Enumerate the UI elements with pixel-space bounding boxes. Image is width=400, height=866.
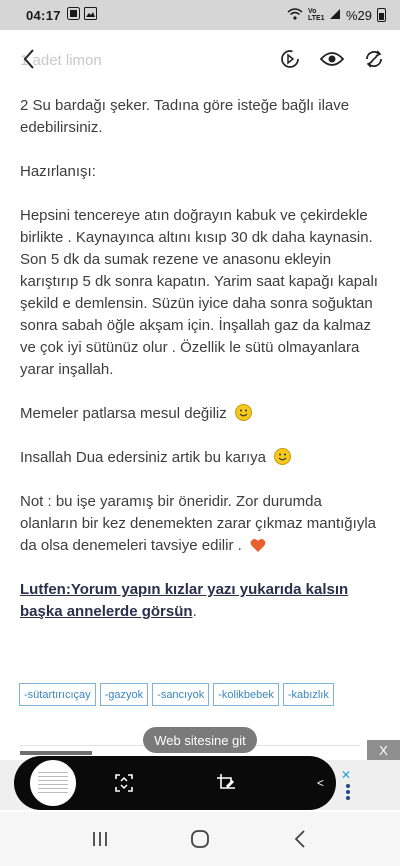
reader-mode-button[interactable] — [278, 47, 302, 71]
article-content: 2 Su bardağı şeker. Tadına göre isteğe b… — [0, 95, 400, 623]
app-bar: 1 adet limon — [0, 30, 400, 88]
smiley-icon — [274, 448, 292, 465]
back-button[interactable] — [14, 44, 44, 74]
recent-apps-icon — [93, 832, 107, 846]
close-ad-button[interactable]: X — [367, 740, 400, 760]
tag-item[interactable]: -sancıyok — [152, 683, 210, 706]
sync-icon — [366, 50, 382, 68]
crop-edit-button[interactable] — [214, 771, 238, 795]
wifi-icon — [287, 7, 303, 23]
scroll-capture-icon — [115, 774, 133, 792]
status-time: 04:17 — [26, 7, 61, 23]
smiley-icon — [234, 404, 252, 421]
tag-item[interactable]: -sütartırıcıçay — [19, 683, 96, 706]
note-text: Not : bu işe yaramış bir öneridir. Zor d… — [20, 493, 376, 554]
reader-mode-icon — [281, 50, 299, 68]
tag-list: -sütartırıcıçay -gazyok -sancıyok -kolik… — [19, 683, 359, 706]
battery-icon — [377, 8, 386, 22]
sugar-line: 2 Su bardağı şeker. Tadına göre isteğe b… — [20, 97, 350, 136]
ad-close-icon[interactable]: ✕ — [341, 768, 355, 782]
share-icon[interactable]: < — [317, 776, 324, 790]
note-line: Not : bu işe yaramış bir öneridir. Zor d… — [20, 491, 380, 557]
crop-edit-icon — [217, 774, 235, 789]
call-to-action-link[interactable]: Lutfen:Yorum yapın kızlar yazı yukarıda … — [20, 581, 348, 620]
heart-icon — [250, 538, 267, 555]
system-nav-bar — [0, 812, 400, 866]
scroll-capture-button[interactable] — [112, 771, 136, 795]
gallery-icon — [83, 7, 97, 23]
section-bar — [20, 751, 92, 755]
tag-item[interactable]: -kabızlık — [282, 683, 334, 706]
visit-website-button[interactable]: Web sitesine git — [143, 727, 257, 753]
ad-options-icon[interactable] — [346, 784, 352, 800]
dua-text: Insallah Dua edersiniz artik bu karıya — [20, 449, 266, 466]
preparation-text: Hepsini tencereye atın doğrayın kabuk ve… — [20, 207, 378, 378]
tag-item[interactable]: -gazyok — [99, 683, 149, 706]
screenshot-thumbnail[interactable] — [28, 758, 78, 808]
memeler-text: Memeler patlarsa mesul değiliz — [20, 405, 227, 422]
view-button[interactable] — [320, 47, 344, 71]
chevron-left-icon — [23, 49, 34, 69]
sync-button[interactable] — [362, 47, 386, 71]
status-bar: 04:17 Vo LTE1 %29 — [0, 0, 400, 30]
preparation-heading: Hazırlanışı: — [20, 163, 96, 180]
recent-apps-button[interactable] — [80, 819, 120, 859]
eye-icon — [320, 52, 344, 66]
memeler-line: Memeler patlarsa mesul değiliz — [20, 403, 380, 425]
battery-text: %29 — [345, 7, 372, 23]
signal-icon — [329, 8, 341, 23]
back-nav-button[interactable] — [280, 819, 320, 859]
home-icon — [191, 830, 209, 848]
back-arrow-icon — [294, 830, 305, 848]
network-label: Vo LTE1 — [307, 8, 325, 22]
call-to-action: Lutfen:Yorum yapın kızlar yazı yukarıda … — [20, 581, 349, 620]
dua-line: Insallah Dua edersiniz artik bu karıya — [20, 447, 380, 469]
tag-item[interactable]: -kolikbebek — [213, 683, 279, 706]
notification-icon — [66, 7, 80, 23]
screenshot-toolbar: < — [14, 756, 336, 810]
home-button[interactable] — [180, 819, 220, 859]
